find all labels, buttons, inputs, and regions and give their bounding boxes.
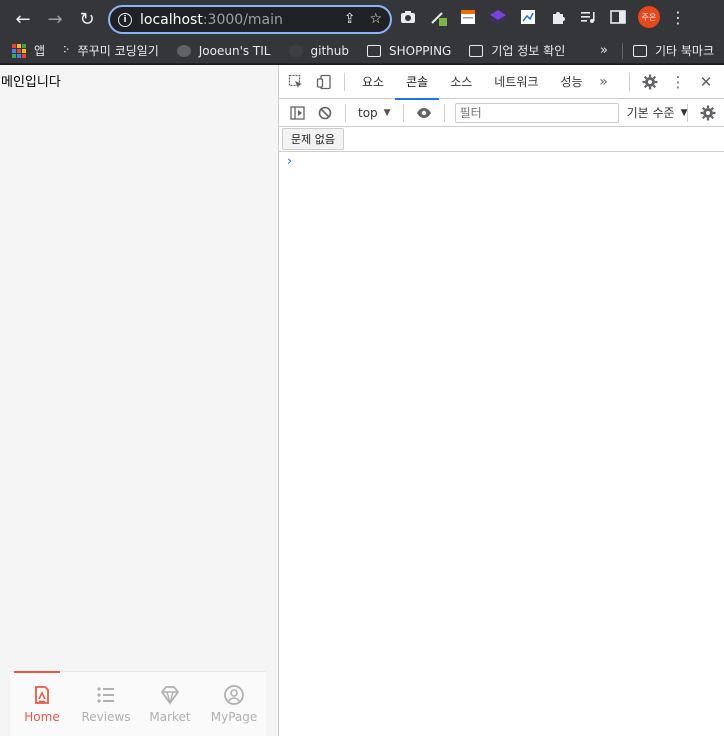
device-toolbar-icon[interactable]	[310, 68, 338, 96]
bookmark-other[interactable]: 기타 북마크	[632, 42, 714, 59]
media-queue-icon[interactable]	[578, 7, 598, 27]
bookmark-label: 앱	[34, 44, 46, 58]
inspect-element-icon[interactable]	[282, 68, 310, 96]
dots-icon: ⠕	[63, 45, 70, 56]
url-host: localhost	[140, 11, 203, 28]
tab-label: 요소	[362, 75, 385, 89]
toolbar-separator	[402, 103, 404, 122]
side-panel-icon[interactable]	[608, 7, 628, 27]
layers-extension-icon[interactable]	[488, 7, 508, 27]
eye-icon[interactable]	[410, 99, 438, 127]
list-icon	[97, 687, 114, 703]
folder-icon	[366, 44, 381, 57]
tab-label: 콘솔	[406, 75, 429, 89]
devtools-panel: 요소 콘솔 소스 네트워크 성능 » ⋮ ✕ top ▼ 필터 기본 수준 ▼ …	[278, 65, 724, 736]
issues-row: 문제 없음	[279, 127, 724, 152]
levels-label: 기본 수준	[626, 106, 675, 120]
bookmark-til[interactable]: Jooeun's TIL	[176, 43, 271, 58]
nav-item-mypage[interactable]: MyPage	[202, 672, 266, 736]
nav-item-home[interactable]: Home	[10, 671, 74, 736]
devtools-menu-icon[interactable]: ⋮	[664, 68, 692, 96]
nav-item-market[interactable]: Market	[138, 672, 202, 736]
browser-menu-icon[interactable]: ⋮	[670, 8, 686, 27]
page-viewport: 메인입니다 Home Reviews Market MyPage	[0, 65, 278, 736]
bookmark-company-info[interactable]: 기업 정보 확인	[469, 42, 565, 59]
info-icon[interactable]: i	[118, 12, 132, 27]
url-text[interactable]: localhost:3000/main	[140, 12, 283, 28]
tab-sources[interactable]: 소스	[439, 65, 483, 99]
tab-performance[interactable]: 성능	[549, 65, 593, 99]
bookmark-github[interactable]: github	[288, 43, 349, 58]
bookmark-label: SHOPPING	[388, 43, 452, 58]
home-icon	[35, 686, 49, 704]
main-text: 메인입니다	[1, 75, 61, 90]
share-icon[interactable]: ⇪	[344, 11, 356, 27]
diamond-icon	[161, 686, 179, 706]
issues-button[interactable]: 문제 없음	[282, 128, 344, 150]
profile-avatar[interactable]: 주은	[638, 6, 660, 28]
toolbar-separator	[344, 72, 345, 91]
close-icon[interactable]: ✕	[692, 68, 720, 96]
reload-icon[interactable]: ↻	[72, 4, 102, 34]
tab-elements[interactable]: 요소	[351, 65, 395, 99]
console-toolbar: top ▼ 기본 수준 ▼	[279, 99, 724, 127]
nav-item-reviews[interactable]: Reviews	[74, 672, 138, 736]
toolbar-separator	[345, 103, 346, 122]
tab-label: 성능	[560, 75, 583, 89]
context-selector[interactable]: top ▼	[352, 106, 397, 120]
nav-label: Home	[24, 710, 60, 724]
more-tabs-icon[interactable]: »	[594, 68, 614, 96]
bookmark-label: 기타 북마크	[654, 44, 714, 58]
console-settings-gear-icon[interactable]	[694, 99, 722, 127]
clear-console-icon[interactable]	[311, 99, 339, 127]
caret-down-icon: ▼	[383, 107, 391, 118]
bookmark-label: github	[310, 43, 349, 58]
back-arrow-icon[interactable]: ←	[8, 4, 38, 34]
bookmark-label: 기업 정보 확인	[491, 44, 566, 58]
tab-label: 소스	[450, 75, 473, 89]
show-sidebar-icon[interactable]	[283, 99, 311, 127]
bottom-navigation: Home Reviews Market MyPage	[10, 671, 266, 736]
globe-icon	[176, 44, 191, 57]
camera-extension-icon[interactable]	[398, 7, 418, 27]
context-value: top	[358, 105, 378, 120]
address-bar[interactable]: i localhost:3000/main ⇪ ☆	[108, 5, 392, 34]
chart-extension-icon[interactable]	[518, 7, 538, 27]
console-prompt[interactable]: ›	[287, 154, 292, 169]
forward-arrow-icon[interactable]: →	[40, 4, 70, 34]
url-path: :3000/main	[202, 11, 283, 28]
toolbar-separator	[629, 73, 630, 91]
notes-extension-icon[interactable]	[458, 7, 478, 27]
filter-input[interactable]	[454, 102, 619, 123]
puzzle-extensions-icon[interactable]	[548, 7, 568, 27]
more-bookmarks-icon[interactable]: »	[600, 43, 608, 58]
bookmark-shopping[interactable]: SHOPPING	[366, 43, 452, 58]
devtools-tab-bar: 요소 콘솔 소스 네트워크 성능 » ⋮ ✕	[279, 65, 724, 100]
bookmark-label: Jooeun's TIL	[198, 43, 271, 58]
github-icon	[288, 44, 303, 57]
star-icon[interactable]: ☆	[369, 11, 382, 27]
log-levels-dropdown[interactable]: 기본 수준 ▼	[627, 104, 688, 121]
tab-network[interactable]: 네트워크	[483, 65, 549, 99]
tab-label: 네트워크	[494, 75, 539, 89]
nav-label: MyPage	[210, 710, 258, 724]
bookmarks-bar: 앱 ⠕ 쭈꾸미 코딩일기 Jooeun's TIL github SHOPPIN…	[0, 38, 724, 64]
folder-icon	[469, 44, 484, 57]
nav-label: Reviews	[81, 710, 131, 724]
folder-icon	[632, 44, 647, 57]
settings-gear-icon[interactable]	[636, 68, 664, 96]
bookmark-separator	[621, 42, 623, 59]
toolbar-separator	[443, 103, 445, 122]
user-circle-icon	[224, 685, 244, 705]
nav-label: Market	[149, 710, 191, 724]
apps-grid-icon	[12, 43, 26, 58]
bookmark-coding-diary[interactable]: ⠕ 쭈꾸미 코딩일기	[63, 42, 159, 59]
tab-console[interactable]: 콘솔	[395, 65, 440, 100]
browser-toolbar: ← → ↻ i localhost:3000/main ⇪ ☆ 주은 ⋮	[0, 0, 724, 38]
toolbar-separator	[687, 104, 688, 122]
bookmark-label: 쭈꾸미 코딩일기	[77, 44, 159, 58]
color-picker-extension-icon[interactable]	[428, 7, 448, 27]
bookmark-apps[interactable]: 앱	[12, 42, 45, 59]
